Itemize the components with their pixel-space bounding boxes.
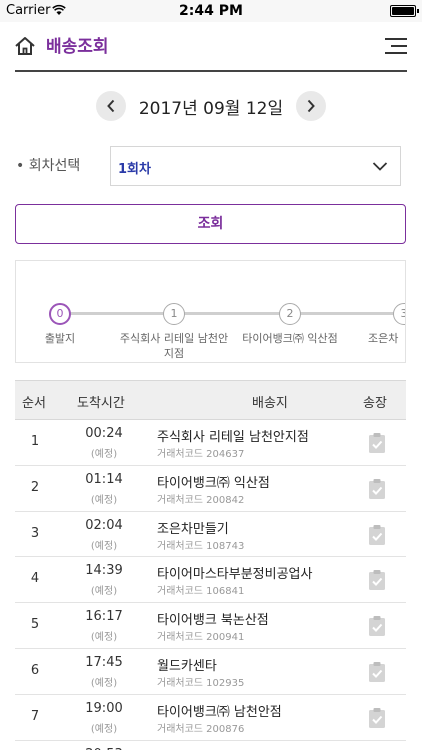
chevron-down-icon bbox=[372, 162, 388, 171]
row-time-note: (예정) bbox=[90, 586, 118, 598]
delivery-table: 순서 도착시간 배송지 송장 1 00:24 (예정) 주식회사 리테일 남천안… bbox=[15, 380, 406, 750]
row-customer-code: 거래처코드 106841 bbox=[157, 586, 245, 598]
stop-marker-0: 0 bbox=[49, 303, 71, 325]
stop-label-2: 타이어뱅크㈜ 익산점 bbox=[242, 332, 338, 345]
row-seq: 4 bbox=[30, 571, 40, 587]
row-time-note: (예정) bbox=[90, 632, 118, 644]
table-row[interactable]: 6 17:45 (예정) 월드카센타 거래처코드 102935 bbox=[15, 648, 406, 695]
row-customer-code: 거래처코드 204637 bbox=[157, 449, 245, 460]
row-seq: 7 bbox=[30, 708, 40, 724]
row-seq: 2 bbox=[30, 479, 40, 495]
clipboard-check-icon[interactable] bbox=[368, 661, 386, 683]
row-arrival-time: 00:24 bbox=[85, 426, 123, 441]
clipboard-check-icon[interactable] bbox=[368, 524, 386, 546]
clipboard-check-icon[interactable] bbox=[368, 707, 386, 729]
table-row[interactable]: 8 20:53 (예정) 타이어뱅크㈜ 천안대점 거래처코드 200955 bbox=[15, 740, 406, 750]
row-arrival-time: 16:17 bbox=[85, 609, 123, 625]
table-row[interactable]: 7 19:00 (예정) 타이어뱅크㈜ 남천안점 거래처코드 200876 bbox=[15, 694, 406, 741]
row-seq: 3 bbox=[30, 525, 40, 541]
row-seq: 6 bbox=[30, 662, 40, 678]
row-seq: 1 bbox=[30, 434, 40, 449]
row-destination-name: 월드카센타 bbox=[157, 658, 217, 674]
header-divider bbox=[15, 70, 407, 72]
clipboard-check-icon[interactable] bbox=[368, 615, 386, 637]
app-header: 배송조회 bbox=[0, 22, 422, 72]
chevron-right-icon bbox=[307, 99, 315, 113]
row-time-note: (예정) bbox=[90, 540, 118, 552]
header-slip: 송장 bbox=[363, 396, 387, 411]
row-time-note: (예정) bbox=[90, 449, 118, 460]
row-arrival-time: 01:14 bbox=[85, 471, 123, 487]
clipboard-check-icon[interactable] bbox=[368, 432, 386, 454]
clipboard-check-icon[interactable] bbox=[368, 478, 386, 500]
progress-line bbox=[60, 312, 405, 315]
row-destination-name: 타이어뱅크 북논산점 bbox=[157, 613, 269, 629]
stop-label-3: 조은차 bbox=[368, 332, 399, 345]
search-button[interactable]: 조회 bbox=[15, 204, 406, 244]
current-date: 2017년 09월 12일 bbox=[138, 99, 284, 119]
round-label: • 회차선택 bbox=[16, 158, 81, 174]
round-select[interactable]: 1회차 bbox=[110, 146, 401, 186]
round-value: 1회차 bbox=[118, 162, 151, 177]
stop-marker-2: 2 bbox=[279, 303, 301, 325]
next-date-button[interactable] bbox=[296, 91, 326, 121]
table-row[interactable]: 1 00:24 (예정) 주식회사 리테일 남천안지점 거래처코드 204637 bbox=[15, 420, 406, 466]
clipboard-check-icon[interactable] bbox=[368, 569, 386, 591]
page-title: 배송조회 bbox=[46, 37, 109, 57]
table-row[interactable]: 2 01:14 (예정) 타이어뱅크㈜ 익산점 거래처코드 200842 bbox=[15, 465, 406, 512]
row-time-note: (예정) bbox=[90, 723, 118, 735]
header-seq: 순서 bbox=[22, 396, 46, 411]
date-selector: 2017년 09월 12일 bbox=[0, 88, 422, 124]
table-row[interactable]: 5 16:17 (예정) 타이어뱅크 북논산점 거래처코드 200941 bbox=[15, 603, 406, 649]
row-seq: 5 bbox=[30, 617, 40, 633]
row-destination-name: 타이어마스타부분정비공업사 bbox=[157, 567, 313, 583]
row-time-note: (예정) bbox=[90, 677, 118, 689]
table-row[interactable]: 4 14:39 (예정) 타이어마스타부분정비공업사 거래처코드 106841 bbox=[15, 557, 406, 604]
row-arrival-time: 14:39 bbox=[85, 563, 123, 579]
row-arrival-time: 17:45 bbox=[85, 654, 123, 670]
row-destination-name: 타이어뱅크㈜ 익산점 bbox=[157, 475, 270, 491]
stop-label-0: 출발지 bbox=[44, 332, 76, 345]
route-progress[interactable]: 0 출발지 1 주식회사 리테일 남천안 지점 2 타이어뱅크㈜ 익산점 3 조… bbox=[15, 260, 406, 363]
row-destination-name: 타이어뱅크㈜ 남천안점 bbox=[157, 704, 282, 720]
status-time: 2:44 PM bbox=[179, 3, 243, 19]
stop-label-1: 주식회사 리테일 남천안 지점 bbox=[119, 332, 229, 360]
stop-marker-3: 3 bbox=[393, 303, 405, 325]
round-label-text: 회차선택 bbox=[28, 158, 81, 174]
row-arrival-time: 20:53 bbox=[65, 747, 143, 750]
row-customer-code: 거래처코드 108743 bbox=[157, 540, 245, 552]
row-customer-code: 거래처코드 200876 bbox=[157, 723, 245, 735]
row-destination-name: 조은차만들기 bbox=[157, 521, 229, 537]
row-destination-name: 타이어뱅크㈜ 천안대점 bbox=[157, 747, 282, 750]
header-time: 도착시간 bbox=[77, 396, 125, 411]
row-arrival-time: 02:04 bbox=[85, 517, 123, 533]
table-body: 1 00:24 (예정) 주식회사 리테일 남천안지점 거래처코드 204637… bbox=[15, 420, 406, 750]
home-icon[interactable] bbox=[14, 35, 36, 57]
stop-marker-1: 1 bbox=[163, 303, 185, 325]
status-bar: Carrier 2:44 PM bbox=[0, 0, 422, 22]
menu-icon[interactable] bbox=[385, 36, 407, 56]
row-time-note: (예정) bbox=[90, 494, 118, 506]
row-customer-code: 거래처코드 200941 bbox=[157, 632, 245, 644]
table-row[interactable]: 3 02:04 (예정) 조은차만들기 거래처코드 108743 bbox=[15, 511, 406, 558]
battery-icon bbox=[390, 5, 419, 17]
row-customer-code: 거래처코드 200842 bbox=[157, 494, 245, 506]
header-destination: 배송지 bbox=[252, 396, 288, 411]
table-header: 순서 도착시간 배송지 송장 bbox=[15, 380, 406, 420]
row-arrival-time: 19:00 bbox=[85, 700, 123, 716]
row-customer-code: 거래처코드 102935 bbox=[157, 677, 245, 689]
row-destination-name: 주식회사 리테일 남천안지점 bbox=[157, 430, 309, 445]
